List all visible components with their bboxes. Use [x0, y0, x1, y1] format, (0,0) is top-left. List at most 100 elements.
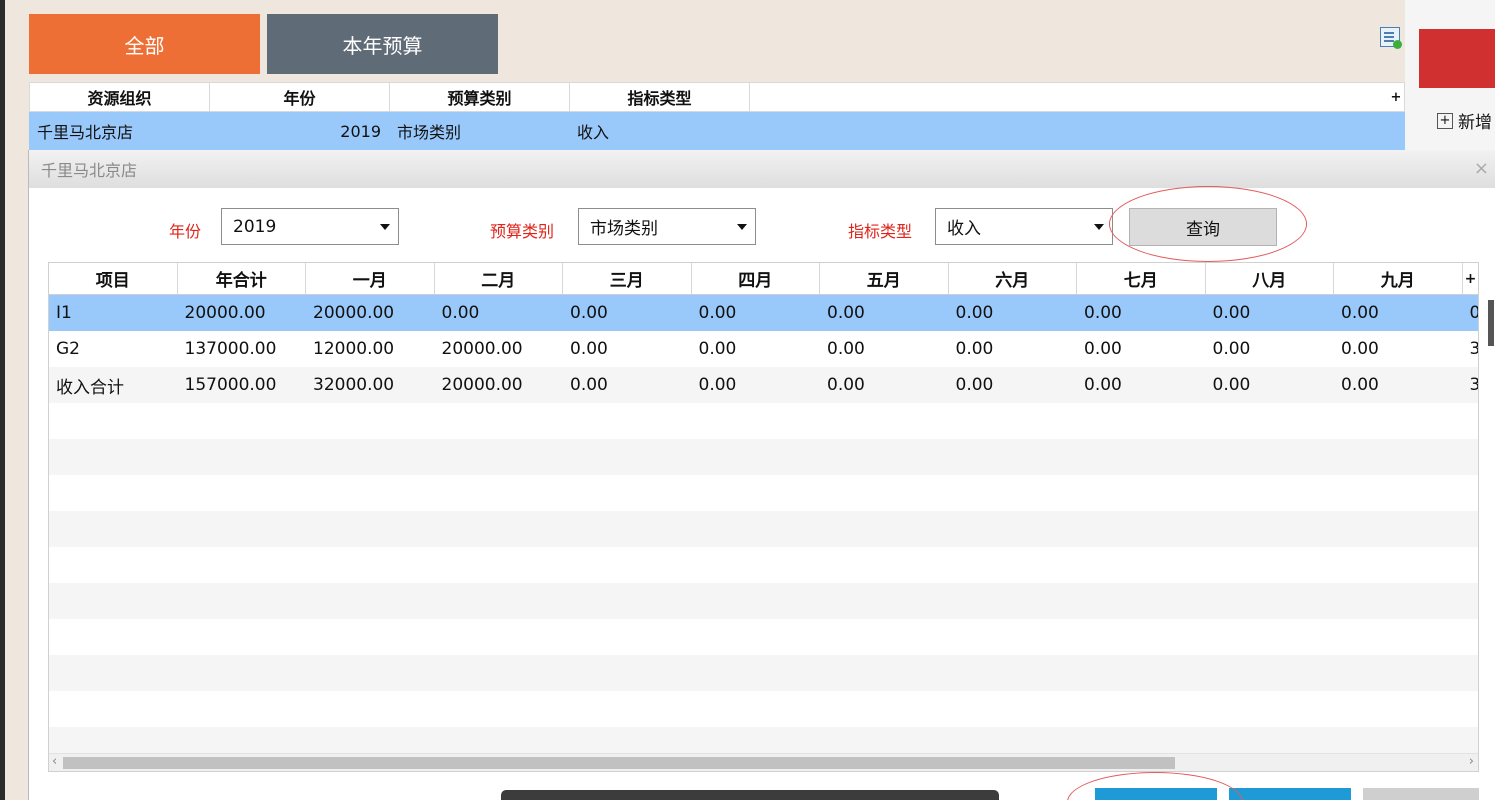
cell: G2 [56, 339, 80, 359]
year-select-value: 2019 [233, 216, 277, 237]
col-jun[interactable]: 六月 [949, 263, 1077, 294]
empty-row [49, 403, 1478, 439]
cell: 0.00 [1212, 375, 1251, 395]
budget-list-header: 资源组织 年份 预算类别 指标类型 + [29, 82, 1405, 112]
cell-org: 千里马北京店 [37, 123, 134, 142]
secondary-button[interactable] [1229, 788, 1351, 800]
budget-category-label: 预算类别 [490, 222, 555, 241]
indicator-type-select[interactable]: 收入 [935, 208, 1113, 245]
col-may[interactable]: 五月 [820, 263, 949, 294]
scroll-left-icon[interactable]: ‹ [52, 754, 57, 769]
chevron-down-icon [380, 224, 390, 230]
col-aug[interactable]: 八月 [1206, 263, 1334, 294]
col-feb[interactable]: 二月 [435, 263, 563, 294]
cell: 0.00 [570, 303, 608, 323]
year-label: 年份 [169, 222, 202, 241]
overlay-toast [501, 790, 999, 800]
col-sep[interactable]: 九月 [1334, 263, 1463, 294]
close-icon[interactable]: × [1474, 158, 1489, 179]
col-apr[interactable]: 四月 [692, 263, 820, 294]
highlight-circle [1109, 186, 1307, 262]
empty-row [49, 547, 1478, 583]
cell-type: 收入 [577, 123, 610, 142]
cell: 0.00 [827, 339, 865, 359]
empty-row [49, 475, 1478, 511]
cell: 0.00 [1341, 375, 1379, 395]
cell: 3 [1463, 339, 1479, 359]
cell: 0.00 [570, 375, 608, 395]
col-mar[interactable]: 三月 [563, 263, 692, 294]
cell: 0.00 [1084, 339, 1122, 359]
highlight-circle [1067, 772, 1243, 800]
cell: 0.00 [570, 339, 608, 359]
dialog-title-bar: 千里马北京店 × [29, 150, 1495, 188]
empty-row [49, 619, 1478, 655]
table-row[interactable]: 千里马北京店 2019 市场类别 收入 [29, 112, 1405, 150]
cell: 0.00 [1341, 339, 1379, 359]
cell: 0.00 [441, 303, 480, 323]
add-button-label: 新增 [1458, 113, 1492, 133]
empty-row [49, 655, 1478, 691]
right-panel-header [1419, 29, 1495, 88]
cell: 0.00 [1212, 339, 1251, 359]
table-row[interactable]: G2 137000.00 12000.00 20000.00 0.00 0.00… [49, 331, 1478, 367]
cell: 12000.00 [313, 339, 395, 359]
column-add-icon[interactable]: + [1388, 83, 1404, 111]
vertical-scrollbar[interactable] [1488, 300, 1494, 346]
export-excel-icon[interactable] [1380, 27, 1402, 49]
cell: 157000.00 [184, 375, 277, 395]
indicator-type-select-value: 收入 [947, 219, 981, 239]
cell: 0.00 [698, 303, 737, 323]
cell: 20000.00 [184, 303, 266, 323]
plus-icon: + [1437, 112, 1453, 129]
horizontal-scrollbar[interactable]: ‹ › [49, 753, 1478, 771]
budget-category-select-value: 市场类别 [590, 219, 658, 239]
cell: 20000.00 [313, 303, 395, 323]
cell: 0.00 [955, 303, 994, 323]
cell: 137000.00 [184, 339, 277, 359]
year-select[interactable]: 2019 [221, 208, 399, 245]
cell-category: 市场类别 [397, 123, 462, 142]
cell: 3 [1463, 375, 1479, 395]
col-budget-category[interactable]: 预算类别 [390, 83, 570, 111]
table-row[interactable]: I1 20000.00 20000.00 0.00 0.00 0.00 0.00… [49, 295, 1478, 331]
cancel-button[interactable] [1363, 788, 1479, 800]
col-year[interactable]: 年份 [210, 83, 390, 111]
cell: 0.00 [827, 303, 865, 323]
empty-row [49, 691, 1478, 727]
chevron-down-icon [1094, 224, 1104, 230]
cell: 0.00 [955, 339, 994, 359]
col-resource-org[interactable]: 资源组织 [30, 83, 210, 111]
budget-list-table: 资源组织 年份 预算类别 指标类型 + 千里马北京店 2019 市场类别 收入 [29, 82, 1405, 150]
monthly-budget-grid: 项目 年合计 一月 二月 三月 四月 五月 六月 七月 八月 九月 + I1 2… [48, 262, 1479, 772]
cell: I1 [56, 303, 72, 323]
column-add-icon[interactable]: + [1463, 263, 1479, 294]
add-button[interactable]: + 新增 [1437, 108, 1495, 133]
cell: 0 [1463, 303, 1479, 323]
scrollbar-thumb[interactable] [63, 757, 1175, 769]
scroll-right-icon[interactable]: › [1469, 754, 1474, 769]
table-row[interactable]: 收入合计 157000.00 32000.00 20000.00 0.00 0.… [49, 367, 1478, 403]
col-item[interactable]: 项目 [49, 263, 178, 294]
col-year-total[interactable]: 年合计 [178, 263, 306, 294]
chevron-down-icon [737, 224, 747, 230]
budget-detail-dialog: 千里马北京店 × 年份 2019 预算类别 市场类别 指标类型 收入 查询 项目… [28, 150, 1495, 800]
cell: 20000.00 [441, 339, 523, 359]
cell: 0.00 [827, 375, 865, 395]
cell: 0.00 [1084, 375, 1122, 395]
tab-all[interactable]: 全部 [29, 14, 260, 74]
cell: 0.00 [1084, 303, 1122, 323]
empty-row [49, 511, 1478, 547]
cell: 0.00 [698, 375, 737, 395]
col-jan[interactable]: 一月 [306, 263, 435, 294]
empty-row [49, 583, 1478, 619]
col-jul[interactable]: 七月 [1077, 263, 1206, 294]
tab-current-year-budget[interactable]: 本年预算 [267, 14, 498, 74]
cell: 20000.00 [441, 375, 523, 395]
cell: 0.00 [1212, 303, 1251, 323]
cell: 0.00 [1341, 303, 1379, 323]
col-indicator-type[interactable]: 指标类型 [570, 83, 750, 111]
cell-year: 2019 [340, 121, 381, 141]
empty-row [49, 439, 1478, 475]
budget-category-select[interactable]: 市场类别 [578, 208, 756, 245]
